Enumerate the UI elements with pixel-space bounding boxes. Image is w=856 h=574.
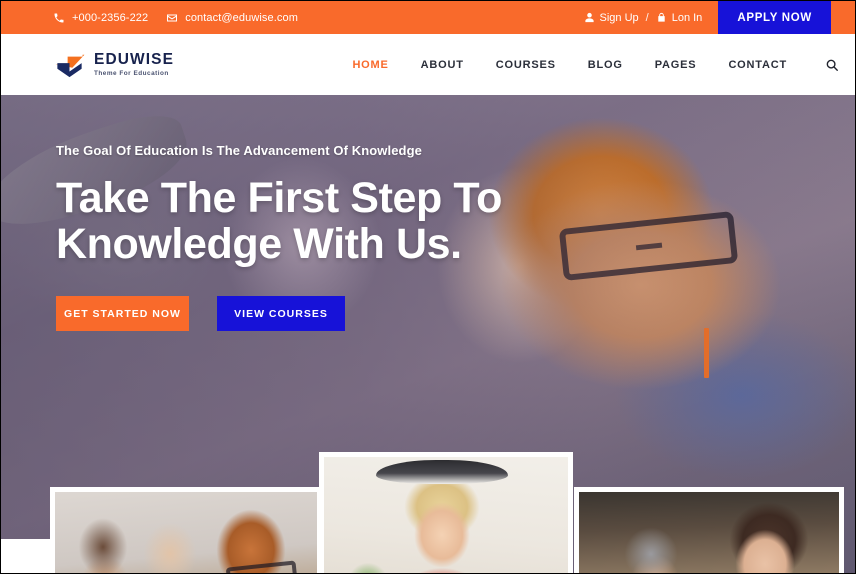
nav-link-list: HOME ABOUT COURSES BLOG PAGES CONTACT xyxy=(336,59,803,71)
nav-item-courses[interactable]: COURSES xyxy=(480,59,572,71)
phone-contact[interactable]: +000-2356-222 xyxy=(53,12,148,24)
topbar-contact-group: +000-2356-222 contact@eduwise.com xyxy=(53,12,298,24)
email-address: contact@eduwise.com xyxy=(185,11,298,24)
nav-item-blog[interactable]: BLOG xyxy=(572,59,639,71)
gallery-card-group xyxy=(1,95,855,573)
photo-fill xyxy=(55,492,317,573)
gallery-card[interactable] xyxy=(319,452,573,573)
email-contact[interactable]: contact@eduwise.com xyxy=(166,12,298,24)
nav-item-about[interactable]: ABOUT xyxy=(405,59,480,71)
site-logo[interactable]: EDUWISE Theme For Education xyxy=(53,51,174,79)
gallery-card[interactable] xyxy=(50,487,322,573)
phone-number: +000-2356-222 xyxy=(72,11,149,24)
gallery-card[interactable] xyxy=(574,487,844,573)
two-students-in-cafe-photo xyxy=(579,492,839,573)
phone-icon xyxy=(53,12,65,24)
hero-section: The Goal Of Education Is The Advancement… xyxy=(1,95,855,573)
nav-item-contact[interactable]: CONTACT xyxy=(712,59,803,71)
logo-text-block: EDUWISE Theme For Education xyxy=(94,52,174,77)
photo-fill xyxy=(324,457,568,573)
log-in-link[interactable]: Lon In xyxy=(672,12,703,24)
top-utility-bar: +000-2356-222 contact@eduwise.com Sign U… xyxy=(1,1,855,34)
logo-tagline: Theme For Education xyxy=(94,69,169,77)
user-icon xyxy=(584,12,595,23)
page-root: +000-2356-222 contact@eduwise.com Sign U… xyxy=(0,0,856,574)
logo-name: EDUWISE xyxy=(94,51,175,69)
auth-links: Sign Up / Lon In xyxy=(584,11,703,24)
nav-item-pages[interactable]: PAGES xyxy=(639,59,713,71)
lock-icon xyxy=(656,12,667,23)
woman-with-tablet-photo xyxy=(324,457,568,573)
search-icon[interactable] xyxy=(819,52,845,78)
main-navigation-bar: EDUWISE Theme For Education HOME ABOUT C… xyxy=(1,34,855,95)
auth-separator: / xyxy=(645,11,649,24)
sign-up-link[interactable]: Sign Up xyxy=(600,12,639,24)
apply-now-button[interactable]: APPLY NOW xyxy=(718,1,831,34)
topbar-account-group: Sign Up / Lon In APPLY NOW xyxy=(584,1,855,34)
envelope-icon xyxy=(166,12,178,24)
photo-fill xyxy=(579,492,839,573)
nav-item-home[interactable]: HOME xyxy=(336,59,404,71)
three-students-at-desk-photo xyxy=(55,492,317,573)
arrow-book-logo-icon xyxy=(53,51,86,79)
